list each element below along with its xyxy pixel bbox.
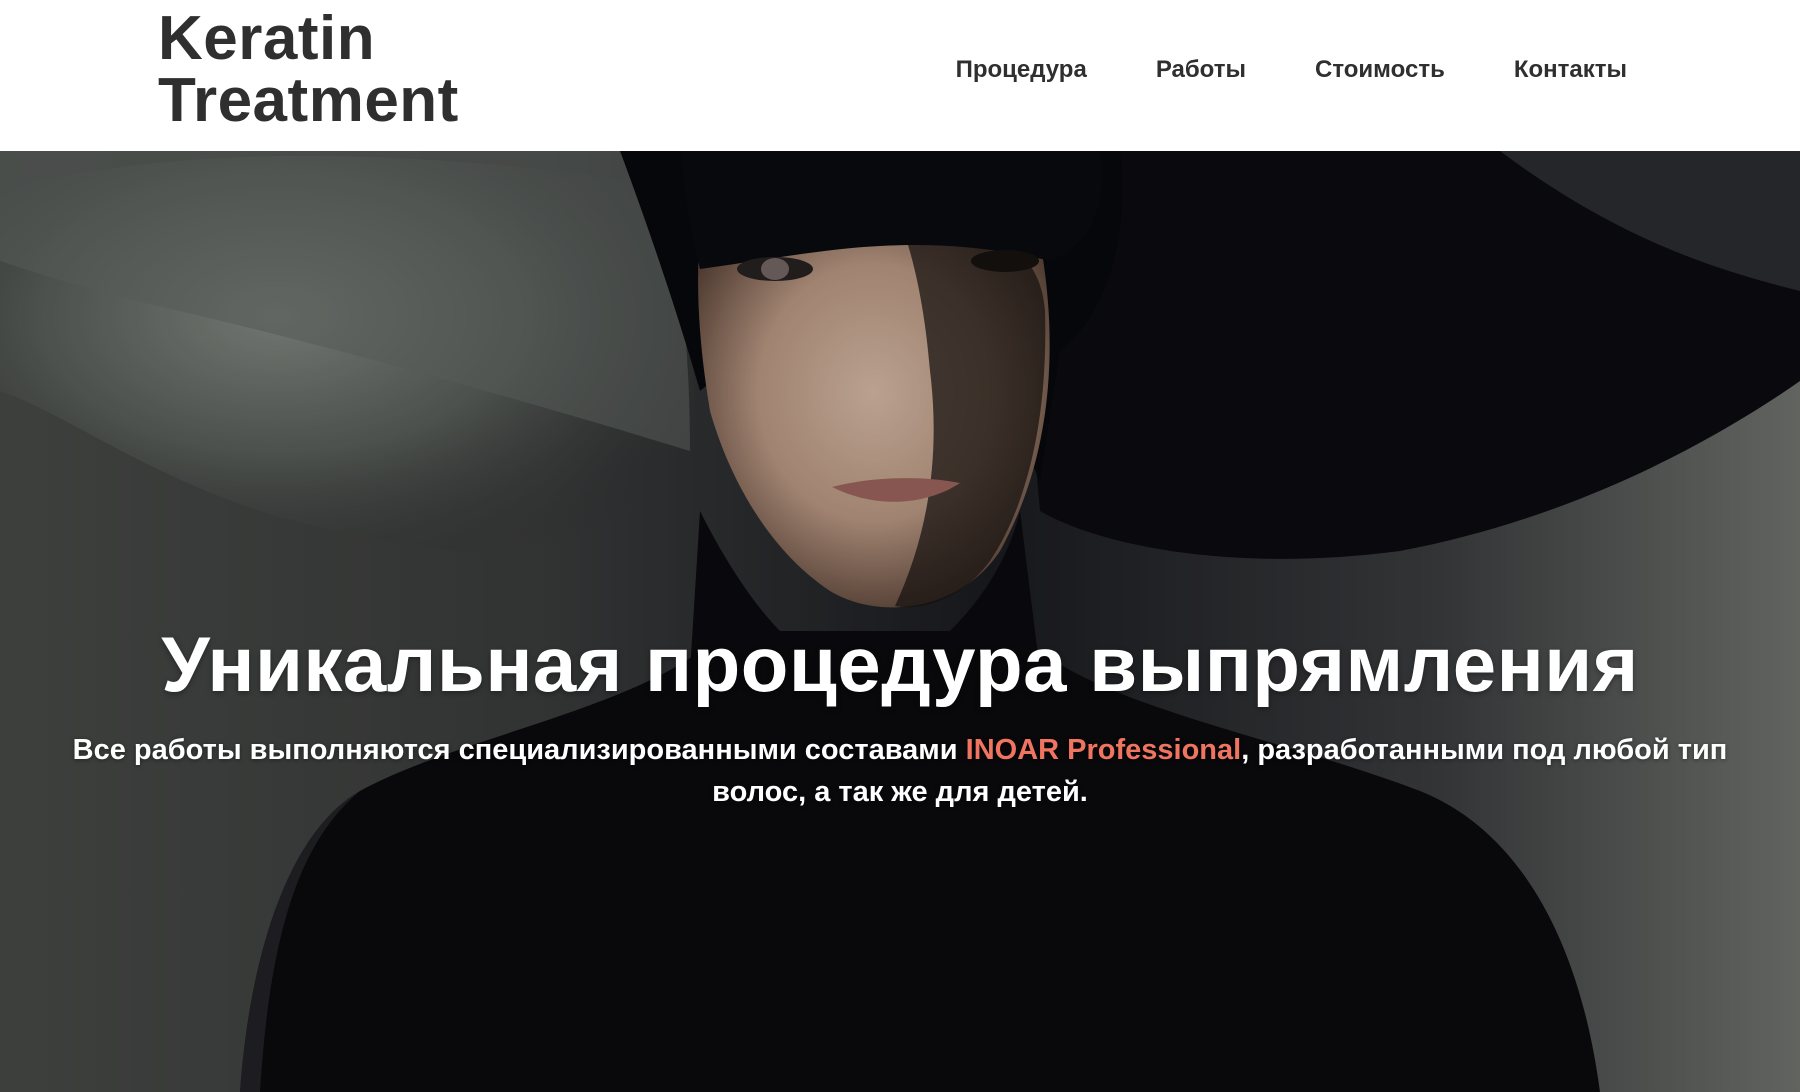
site-header: Keratin Treatment Процедура Работы Стоим… xyxy=(0,0,1800,151)
site-logo[interactable]: Keratin Treatment xyxy=(158,8,459,132)
hero-brand-highlight: INOAR Professional xyxy=(965,734,1242,766)
nav-link-procedure[interactable]: Процедура xyxy=(956,55,1087,85)
nav-link-works[interactable]: Работы xyxy=(1156,55,1246,85)
hero-subtitle-text-start: Все работы выполняются специализированны… xyxy=(72,734,966,766)
hero-section: Уникальная процедура выпрямления Все раб… xyxy=(0,151,1800,1092)
nav-link-pricing[interactable]: Стоимость xyxy=(1315,55,1445,85)
main-nav: Процедура Работы Стоимость Контакты xyxy=(956,55,1627,85)
logo-line-1: Keratin xyxy=(158,4,376,73)
nav-link-contacts[interactable]: Контакты xyxy=(1514,55,1627,85)
logo-line-2: Treatment xyxy=(158,66,459,135)
hero-subtitle: Все работы выполняются специализированны… xyxy=(70,729,1730,813)
hero-title: Уникальная процедура выпрямления xyxy=(161,620,1639,708)
